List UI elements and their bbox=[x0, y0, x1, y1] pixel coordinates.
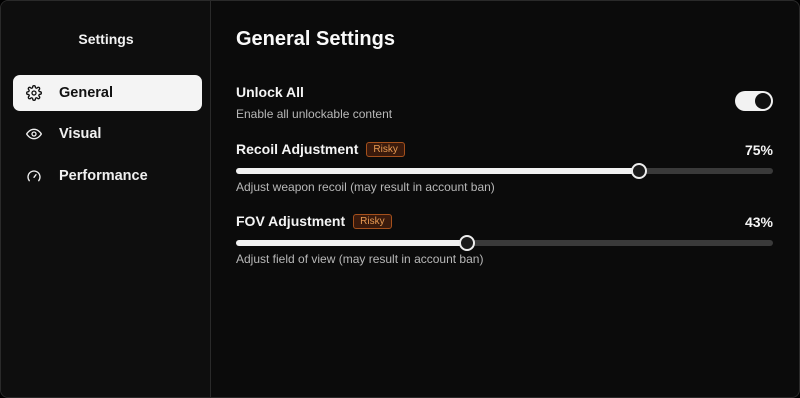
sidebar-item-label: Performance bbox=[59, 168, 148, 184]
slider-thumb[interactable] bbox=[458, 235, 475, 251]
gear-icon bbox=[25, 84, 43, 102]
settings-window: Settings General Visual Performance Gene… bbox=[0, 0, 800, 398]
fov-description: Adjust field of view (may result in acco… bbox=[236, 252, 484, 266]
sidebar: Settings General Visual Performance bbox=[1, 1, 211, 397]
sidebar-title: Settings bbox=[78, 31, 134, 47]
unlock-all-description: Enable all unlockable content bbox=[236, 107, 393, 121]
risky-badge: Risky bbox=[366, 141, 405, 157]
sidebar-item-performance[interactable]: Performance bbox=[13, 158, 202, 194]
fov-adjustment-label: FOV Adjustment Risky bbox=[236, 213, 392, 229]
fov-slider[interactable] bbox=[236, 235, 773, 251]
risky-badge: Risky bbox=[353, 213, 392, 229]
sidebar-item-label: Visual bbox=[59, 126, 102, 142]
slider-fill bbox=[236, 168, 639, 174]
toggle-knob bbox=[755, 93, 771, 109]
recoil-slider[interactable] bbox=[236, 163, 773, 179]
sidebar-item-label: General bbox=[59, 85, 113, 101]
recoil-value: 75% bbox=[744, 142, 773, 158]
slider-thumb[interactable] bbox=[630, 163, 647, 179]
page-title: General Settings bbox=[236, 28, 395, 50]
fov-value: 43% bbox=[744, 214, 773, 230]
sidebar-item-visual[interactable]: Visual bbox=[13, 116, 202, 152]
recoil-adjustment-label: Recoil Adjustment Risky bbox=[236, 141, 405, 157]
gauge-icon bbox=[25, 167, 43, 185]
eye-icon bbox=[25, 125, 43, 143]
sidebar-item-general[interactable]: General bbox=[13, 75, 202, 111]
fov-adjustment-title: FOV Adjustment bbox=[236, 213, 346, 229]
recoil-description: Adjust weapon recoil (may result in acco… bbox=[236, 180, 495, 194]
slider-fill bbox=[236, 240, 467, 246]
unlock-all-label: Unlock All bbox=[236, 84, 304, 100]
recoil-adjustment-title: Recoil Adjustment bbox=[236, 141, 359, 157]
main-panel: General Settings Unlock All Enable all u… bbox=[212, 1, 799, 397]
unlock-all-toggle[interactable] bbox=[735, 91, 773, 111]
